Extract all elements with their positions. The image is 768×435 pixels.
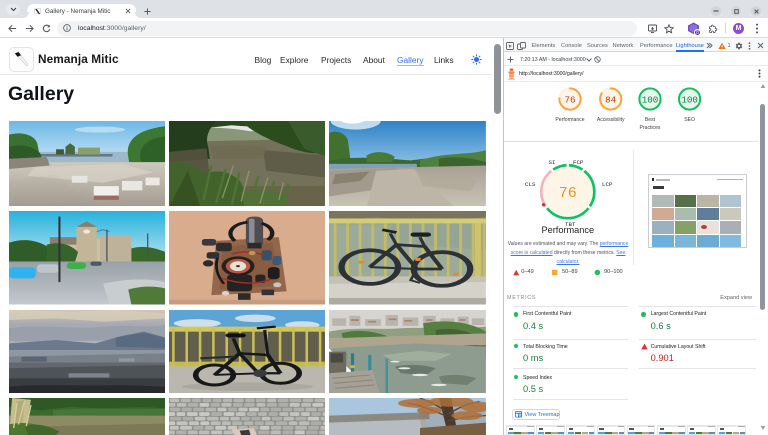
svg-text:100: 100 xyxy=(681,95,698,106)
svg-text:100: 100 xyxy=(642,95,659,106)
svg-text:84: 84 xyxy=(605,95,617,106)
svg-text:76: 76 xyxy=(564,95,575,106)
svg-text:76: 76 xyxy=(559,185,577,202)
